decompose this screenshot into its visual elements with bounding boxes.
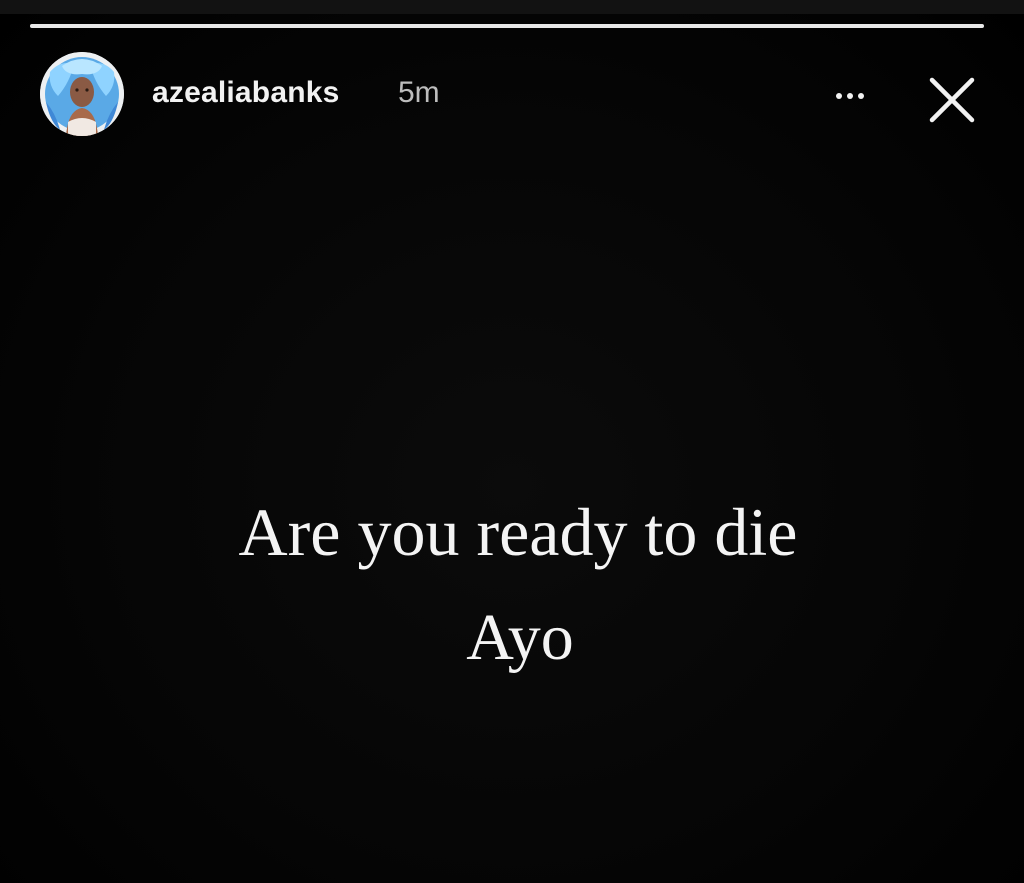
- progress-segment-fill: [30, 24, 984, 28]
- story-timestamp: 5m: [398, 76, 440, 109]
- story-text-line-1: Are you ready to die: [238, 494, 798, 570]
- close-button[interactable]: [920, 68, 984, 132]
- profile-avatar-icon: [40, 52, 124, 136]
- more-options-button[interactable]: [825, 78, 875, 114]
- more-horizontal-icon: [836, 93, 864, 99]
- close-icon: [929, 77, 975, 123]
- story-progress-bar: [30, 24, 984, 28]
- progress-segment: [30, 24, 984, 28]
- status-strip: [0, 0, 1024, 14]
- story-viewer[interactable]: azealiabanks 5m Are you ready to die Ayo: [0, 0, 1024, 883]
- story-header: azealiabanks 5m: [40, 52, 994, 138]
- username[interactable]: azealiabanks: [152, 76, 340, 110]
- avatar[interactable]: [40, 52, 124, 136]
- story-text-line-2: Ayo: [466, 601, 574, 674]
